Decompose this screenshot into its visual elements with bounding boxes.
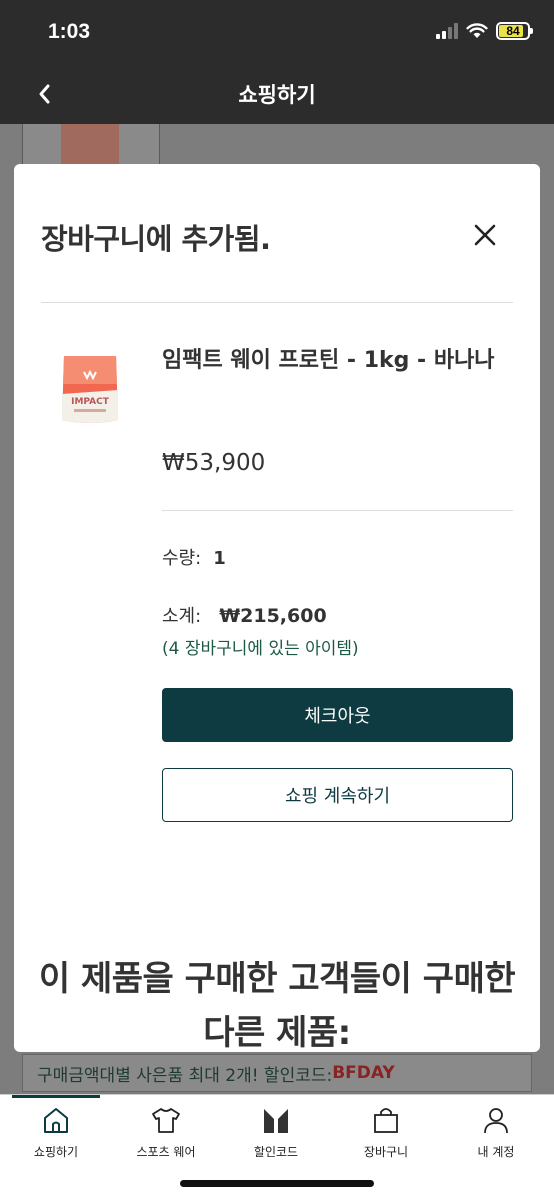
top-bar: 1:03 84 쇼핑하기 [0, 0, 554, 124]
subtotal-value: ₩215,600 [219, 605, 327, 627]
battery-icon: 84 [496, 22, 533, 40]
close-icon[interactable] [470, 220, 500, 250]
page-title: 쇼핑하기 [238, 83, 316, 107]
tab-sportswear[interactable]: 스포츠 웨어 [111, 1105, 221, 1160]
cart-count-text: (4 장바구니에 있는 아이템) [162, 639, 359, 659]
shopping-bag-icon [374, 1108, 398, 1133]
product-price: ₩53,900 [162, 450, 266, 476]
subtotal-row: 소계: ₩215,600 [162, 602, 327, 628]
tab-label: 할인코드 [253, 1145, 299, 1159]
tab-label: 쇼핑하기 [33, 1145, 79, 1159]
tab-cart[interactable]: 장바구니 [331, 1105, 441, 1160]
tab-label: 내 계정 [477, 1145, 515, 1159]
brand-logo-icon [264, 1109, 288, 1133]
product-name: 임팩트 웨이 프로틴 - 1kg - 바나나 [162, 348, 495, 373]
quantity-value: 1 [213, 548, 226, 569]
tab-my-account[interactable]: 내 계정 [441, 1105, 551, 1160]
home-indicator [180, 1180, 374, 1187]
tab-shop[interactable]: 쇼핑하기 [1, 1105, 111, 1160]
tshirt-icon [152, 1108, 180, 1133]
protein-bag-icon: IMPACT [62, 356, 118, 423]
tab-discount-code[interactable]: 할인코드 [221, 1105, 331, 1160]
svg-text:IMPACT: IMPACT [71, 397, 110, 407]
divider [162, 510, 513, 511]
tab-label: 장바구니 [363, 1145, 409, 1159]
user-icon [484, 1108, 508, 1134]
upsell-heading: 이 제품을 구매한 고객들이 구매한 다른 제품: [38, 959, 516, 1052]
tab-label: 스포츠 웨어 [136, 1145, 196, 1159]
battery-level: 84 [506, 24, 520, 38]
home-icon [44, 1108, 68, 1133]
background-product-image [61, 124, 119, 168]
continue-shopping-button[interactable]: 쇼핑 계속하기 [162, 768, 513, 822]
promo-text: 구매금액대별 사은품 최대 2개! 할인코드: [37, 1065, 333, 1086]
modal-title: 장바구니에 추가됨. [41, 222, 271, 256]
checkout-button[interactable]: 체크아웃 [162, 688, 513, 742]
subtotal-label: 소계: [162, 606, 202, 627]
active-tab-indicator [12, 1095, 100, 1098]
promo-code: BFDAY [332, 1063, 395, 1083]
added-to-cart-modal: 장바구니에 추가됨. IMPACT 임팩트 웨이 프로틴 - 1kg - 바나나… [14, 164, 540, 1052]
quantity-label: 수량: [162, 548, 202, 569]
wifi-icon [466, 23, 488, 38]
status-time: 1:03 [48, 20, 91, 43]
divider [41, 302, 513, 303]
status-icons: 84 [436, 22, 533, 40]
cellular-signal-icon [436, 23, 458, 39]
promo-banner[interactable]: 구매금액대별 사은품 최대 2개! 할인코드: BFDAY [22, 1054, 532, 1092]
quantity-row: 수량: 1 [162, 544, 226, 570]
